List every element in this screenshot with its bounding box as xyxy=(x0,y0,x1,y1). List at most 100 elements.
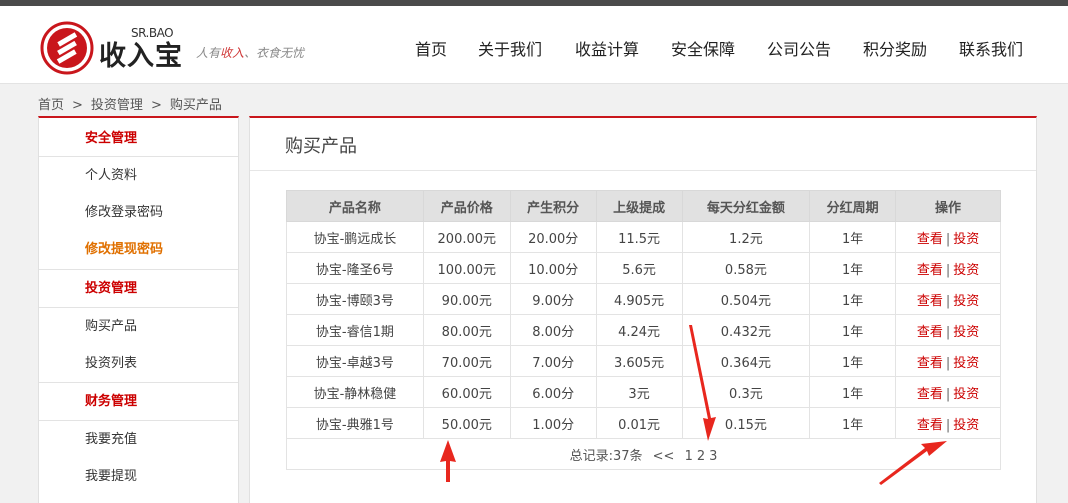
sidebar-item-change-withdraw-password[interactable]: 修改提现密码 xyxy=(39,231,238,269)
cell-commission: 3.605元 xyxy=(595,345,683,377)
cell-daily-dividend: 0.364元 xyxy=(681,345,811,377)
cell-price: 60.00元 xyxy=(422,376,511,408)
invest-link[interactable]: 投资 xyxy=(953,294,979,309)
nav-announcements[interactable]: 公司公告 xyxy=(767,36,831,60)
cell-product-name: 协宝-博颐3号 xyxy=(286,283,424,315)
cell-actions: 查看 | 投资 xyxy=(895,314,1001,346)
cell-price: 80.00元 xyxy=(422,314,511,346)
cell-product-name: 协宝-鹏远成长 xyxy=(286,221,424,253)
invest-link[interactable]: 投资 xyxy=(953,263,979,278)
cell-period: 1年 xyxy=(809,314,897,346)
action-separator: | xyxy=(945,293,951,309)
cell-commission: 3元 xyxy=(595,376,683,408)
cell-product-name: 协宝-典雅1号 xyxy=(286,407,424,439)
breadcrumb-separator: > xyxy=(72,98,83,113)
invest-link[interactable]: 投资 xyxy=(953,387,979,402)
page-link-1[interactable]: 1 xyxy=(685,449,693,464)
cell-actions: 查看 | 投资 xyxy=(895,345,1001,377)
sidebar-item-buy-product[interactable]: 购买产品 xyxy=(39,308,238,346)
cell-actions: 查看 | 投资 xyxy=(895,283,1001,315)
cell-commission: 4.24元 xyxy=(595,314,683,346)
cell-commission: 11.5元 xyxy=(595,221,683,253)
header-product-price: 产品价格 xyxy=(422,190,511,222)
cell-points: 1.00分 xyxy=(509,407,597,439)
nav-points-rewards[interactable]: 积分奖励 xyxy=(863,36,927,60)
sidebar-group-finance[interactable]: 财务管理 xyxy=(39,383,238,421)
cell-price: 50.00元 xyxy=(422,407,511,439)
pagination: 总记录:37条 << 123 xyxy=(286,438,1001,470)
action-separator: | xyxy=(945,231,951,247)
breadcrumb: 首页 > 投资管理 > 购买产品 xyxy=(38,94,222,113)
page-title: 购买产品 xyxy=(285,136,357,157)
breadcrumb-home[interactable]: 首页 xyxy=(38,98,64,113)
site-header: SR.BAO 收入宝 人有收入、衣食无忧 首页 关于我们 收益计算 安全保障 公… xyxy=(0,6,1068,84)
view-link[interactable]: 查看 xyxy=(917,418,943,433)
action-separator: | xyxy=(945,386,951,402)
action-separator: | xyxy=(945,417,951,433)
nav-home[interactable]: 首页 xyxy=(415,36,447,60)
cell-period: 1年 xyxy=(809,345,897,377)
table-row: 协宝-静林稳健 60.00元 6.00分 3元 0.3元 1年 查看 | 投资 xyxy=(286,376,1001,408)
cell-product-name: 协宝-睿信1期 xyxy=(286,314,424,346)
sidebar-item-recharge[interactable]: 我要充值 xyxy=(39,421,238,459)
invest-link[interactable]: 投资 xyxy=(953,418,979,433)
sidebar-group-investment[interactable]: 投资管理 xyxy=(39,270,238,308)
cell-commission: 0.01元 xyxy=(595,407,683,439)
cell-actions: 查看 | 投资 xyxy=(895,252,1001,284)
table-row: 协宝-典雅1号 50.00元 1.00分 0.01元 0.15元 1年 查看 | 投… xyxy=(286,407,1001,439)
sidebar-item-profile[interactable]: 个人资料 xyxy=(39,157,238,195)
table-row: 协宝-卓越3号 70.00元 7.00分 3.605元 0.364元 1年 查看… xyxy=(286,345,1001,377)
header-actions: 操作 xyxy=(895,190,1001,222)
invest-link[interactable]: 投资 xyxy=(953,356,979,371)
sidebar-item-withdraw[interactable]: 我要提现 xyxy=(39,458,238,496)
prev-page-link[interactable]: << xyxy=(653,449,675,464)
title-divider xyxy=(250,170,1036,171)
cell-period: 1年 xyxy=(809,407,897,439)
cell-daily-dividend: 0.3元 xyxy=(681,376,811,408)
nav-calculator[interactable]: 收益计算 xyxy=(575,36,639,60)
page-link-3[interactable]: 3 xyxy=(709,449,717,464)
cell-actions: 查看 | 投资 xyxy=(895,407,1001,439)
invest-link[interactable]: 投资 xyxy=(953,232,979,247)
view-link[interactable]: 查看 xyxy=(917,387,943,402)
table-row: 协宝-隆圣6号 100.00元 10.00分 5.6元 0.58元 1年 查看 |… xyxy=(286,252,1001,284)
table-row: 协宝-睿信1期 80.00元 8.00分 4.24元 0.432元 1年 查看 |… xyxy=(286,314,1001,346)
sidebar-group-security[interactable]: 安全管理 xyxy=(39,120,238,158)
view-link[interactable]: 查看 xyxy=(917,356,943,371)
action-separator: | xyxy=(945,262,951,278)
cell-daily-dividend: 0.504元 xyxy=(681,283,811,315)
sidebar-item-investment-list[interactable]: 投资列表 xyxy=(39,345,238,383)
cell-daily-dividend: 0.15元 xyxy=(681,407,811,439)
action-separator: | xyxy=(945,324,951,340)
cell-points: 9.00分 xyxy=(509,283,597,315)
cell-actions: 查看 | 投资 xyxy=(895,376,1001,408)
product-table: 产品名称 产品价格 产生积分 上级提成 每天分红金额 分红周期 操作 协宝-鹏远… xyxy=(286,190,1001,470)
cell-price: 200.00元 xyxy=(422,221,511,253)
sidebar: 安全管理 个人资料 修改登录密码 修改提现密码 投资管理 购买产品 投资列表 财… xyxy=(38,116,239,503)
breadcrumb-separator: > xyxy=(150,98,162,113)
cell-commission: 5.6元 xyxy=(595,252,683,284)
main-panel: 购买产品 产品名称 产品价格 产生积分 上级提成 每天分红金额 分红周期 操作 … xyxy=(249,116,1037,503)
cell-daily-dividend: 0.432元 xyxy=(681,314,811,346)
view-link[interactable]: 查看 xyxy=(917,294,943,309)
sidebar-item-change-login-password[interactable]: 修改登录密码 xyxy=(39,194,238,232)
view-link[interactable]: 查看 xyxy=(917,325,943,340)
breadcrumb-investment[interactable]: 投资管理 xyxy=(91,98,143,113)
page-link-2[interactable]: 2 xyxy=(697,449,705,464)
nav-security[interactable]: 安全保障 xyxy=(671,36,735,60)
view-link[interactable]: 查看 xyxy=(917,263,943,278)
nav-about[interactable]: 关于我们 xyxy=(478,36,542,60)
total-records: 总记录:37条 xyxy=(569,448,643,464)
table-row: 协宝-博颐3号 90.00元 9.00分 4.905元 0.504元 1年 查看… xyxy=(286,283,1001,315)
cell-commission: 4.905元 xyxy=(595,283,683,315)
nav-contact[interactable]: 联系我们 xyxy=(959,36,1023,60)
action-separator: | xyxy=(945,355,951,371)
cell-price: 90.00元 xyxy=(422,283,511,315)
cell-period: 1年 xyxy=(809,221,897,253)
pager-row: 总记录:37条 << 123 xyxy=(286,438,1001,470)
invest-link[interactable]: 投资 xyxy=(953,325,979,340)
view-link[interactable]: 查看 xyxy=(917,232,943,247)
cell-daily-dividend: 0.58元 xyxy=(681,252,811,284)
cell-points: 8.00分 xyxy=(509,314,597,346)
cell-points: 7.00分 xyxy=(509,345,597,377)
